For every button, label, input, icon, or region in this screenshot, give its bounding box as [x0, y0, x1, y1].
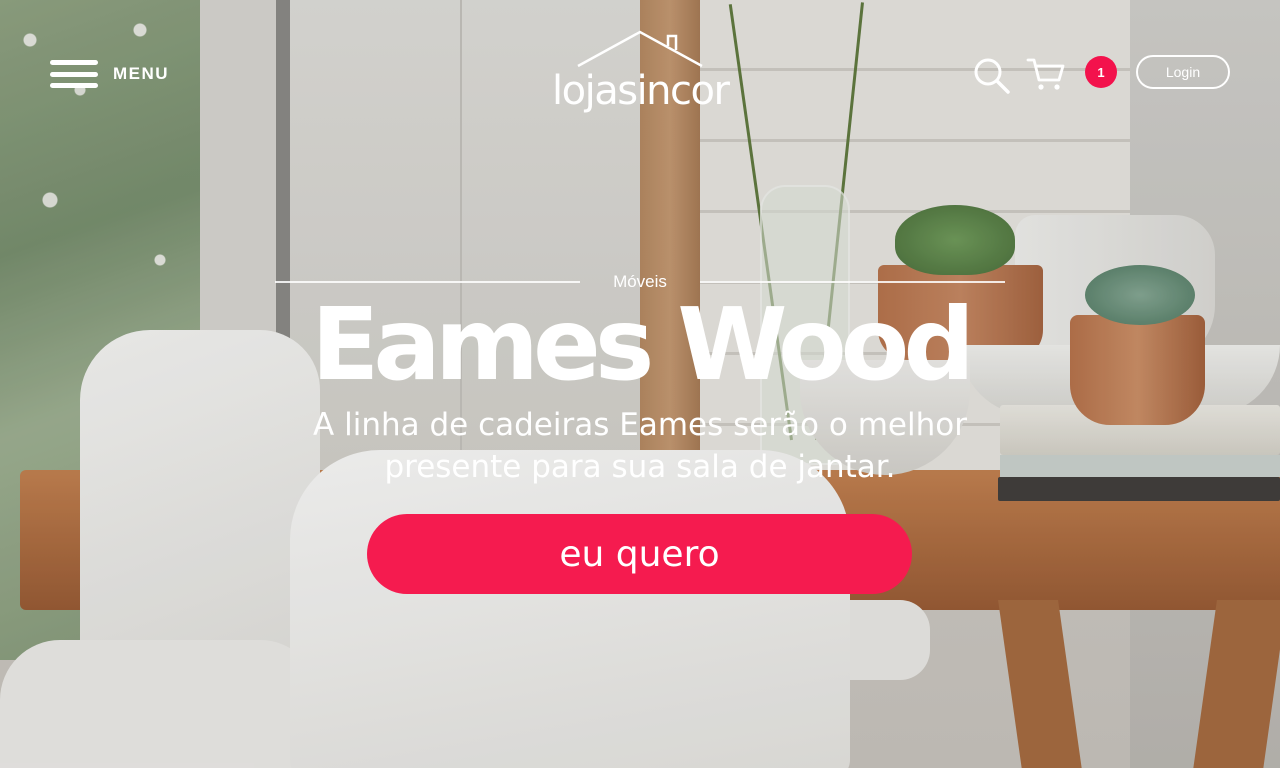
divider-right	[700, 281, 1005, 283]
divider-left	[275, 281, 580, 283]
search-icon	[974, 58, 1010, 94]
cart-button[interactable]	[1026, 56, 1066, 92]
login-button[interactable]: Login	[1136, 55, 1230, 89]
cta-button[interactable]: eu quero	[367, 514, 912, 594]
hero-title: Eames Wood	[311, 286, 975, 403]
hero-subtitle-line-1: A linha de cadeiras Eames serão o melhor	[313, 407, 967, 443]
cart-count-badge[interactable]: 1	[1085, 56, 1117, 88]
hero-subtitle: A linha de cadeiras Eames serão o melhor…	[240, 404, 1040, 488]
site-logo[interactable]: lojasincor	[552, 26, 730, 118]
hero-subtitle-line-2: presente para sua sala de jantar.	[384, 449, 896, 485]
search-button[interactable]	[972, 56, 1012, 96]
menu-button[interactable]: MENU	[50, 58, 169, 90]
menu-icon	[50, 58, 98, 90]
hero-banner: MENU lojasincor 1 Login Móveis Eames Woo…	[0, 0, 1280, 768]
house-roof-icon	[577, 30, 703, 68]
cart-icon	[1026, 58, 1065, 90]
menu-label: MENU	[113, 64, 170, 83]
logo-text: lojasincor	[552, 68, 730, 114]
